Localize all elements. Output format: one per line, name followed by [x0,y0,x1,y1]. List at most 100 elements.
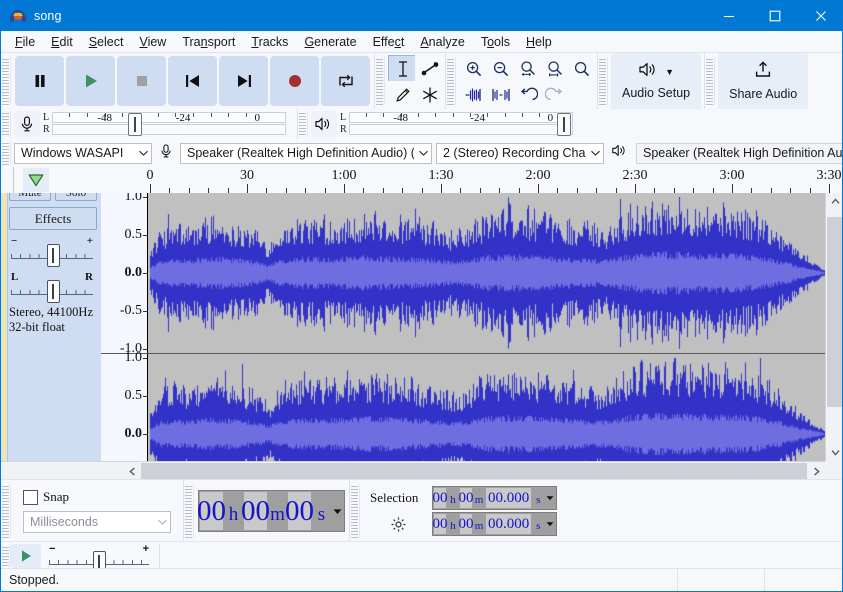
record-button[interactable] [270,56,319,106]
waveform-channel-1[interactable] [148,193,825,353]
play-at-speed-grip[interactable] [1,545,11,567]
scroll-up-button[interactable] [826,193,842,210]
effects-button[interactable]: Effects [9,207,97,230]
menu-select[interactable]: Select [81,33,132,51]
selection-start-minutes[interactable]: 00 [459,488,474,508]
skip-to-end-button[interactable] [219,56,268,106]
menu-generate[interactable]: Generate [296,33,364,51]
loop-button[interactable] [321,56,370,106]
audio-position-hours[interactable]: 00 [197,492,226,530]
trim-audio-button[interactable] [459,81,488,109]
gain-slider-thumb[interactable] [47,244,60,267]
menu-effect[interactable]: Effect [365,33,413,51]
time-toolbar-grip[interactable] [184,484,194,538]
stop-button[interactable] [117,56,166,106]
selection-end-minutes[interactable]: 00 [459,514,474,534]
waveform-channel-2[interactable] [148,354,825,461]
speaker-icon[interactable] [311,111,337,137]
menu-view[interactable]: View [131,33,174,51]
pinned-play-head-icon[interactable] [23,168,49,192]
undo-button[interactable] [513,81,542,109]
minimize-button[interactable] [706,1,752,31]
recording-channels-select[interactable]: 2 (Stereo) Recording Chann [436,142,604,164]
scroll-right-button[interactable] [807,463,825,480]
selection-settings-button[interactable] [370,516,426,533]
playback-meter-bars[interactable]: -48 -24 0 [348,111,573,137]
selection-end-seconds[interactable]: 00.000 [486,514,532,534]
draw-tool[interactable] [388,81,417,109]
selection-start-hours[interactable]: 00 [433,488,448,508]
vertical-scrollbar[interactable] [825,193,842,461]
vertical-scrollbar-thumb[interactable] [827,217,842,407]
play-speed-slider[interactable]: − + [47,543,151,570]
scroll-down-button[interactable] [826,444,842,461]
menu-edit[interactable]: Edit [43,33,81,51]
snapping-toolbar-grip[interactable] [1,484,11,538]
audio-position-format-dropdown[interactable] [332,492,343,530]
audio-position-field[interactable]: 00 h 00 m 00 s [197,490,345,532]
scroll-left-button[interactable] [123,463,141,480]
audio-position-seconds[interactable]: 00 [285,492,314,530]
horizontal-scrollbar[interactable] [1,461,825,480]
skip-to-start-button[interactable] [168,56,217,106]
fit-selection-button[interactable] [513,55,542,83]
audio-host-select[interactable]: Windows WASAPI [14,142,152,164]
zoom-toggle-button[interactable] [567,55,596,83]
device-toolbar-grip[interactable] [1,140,11,166]
play-button[interactable] [66,56,115,106]
selection-start-dropdown[interactable] [545,488,555,508]
recording-meter-grip[interactable] [1,111,11,137]
mute-button[interactable]: Mute [9,193,51,201]
recording-device-select[interactable]: Speaker (Realtek High Definition Audio) … [180,142,432,164]
playback-meter-grip[interactable] [298,111,308,137]
selection-start-seconds[interactable]: 00.000 [486,488,532,508]
menu-transport[interactable]: Transport [174,33,243,51]
audio-setup-button[interactable]: ▼ Audio Setup [611,52,702,110]
ruler-label: 30 [240,168,254,183]
menu-file[interactable]: File [7,33,43,51]
solo-button[interactable]: Solo [55,193,97,201]
share-audio-toolbar-grip[interactable] [705,56,716,106]
transport-toolbar-grip[interactable] [1,56,11,106]
playback-meter[interactable]: L R -48 -24 0 [311,111,573,137]
selection-end-field[interactable]: 00 h 00 m 00.000 s [432,512,558,536]
menu-help[interactable]: Help [518,33,560,51]
close-button[interactable] [798,1,842,31]
snap-checkbox[interactable] [23,489,38,505]
pause-button[interactable] [15,56,64,106]
multi-tool[interactable] [415,81,444,109]
microphone-icon[interactable] [14,111,40,137]
silence-audio-button[interactable] [486,81,515,109]
zoom-in-button[interactable] [459,55,488,83]
audio-position-minutes[interactable]: 00 [241,492,270,530]
gain-slider[interactable]: − + [9,235,95,267]
pan-slider[interactable]: L R [9,271,95,303]
snap-unit-select[interactable]: Milliseconds [23,511,171,533]
recording-meter[interactable]: L R -48 -24 0 [14,111,286,137]
track-control-panel[interactable]: Mute Solo Effects − + L R Stereo, 44100H… [1,193,102,461]
recording-meter-slider[interactable] [127,113,142,136]
recording-meter-bars[interactable]: -48 -24 0 [51,111,286,137]
pan-slider-thumb[interactable] [47,280,60,303]
menu-analyze[interactable]: Analyze [412,33,472,51]
edit-toolbar-grip[interactable] [446,56,456,106]
horizontal-scrollbar-thumb[interactable] [141,463,807,479]
audio-setup-toolbar-grip[interactable] [598,56,608,106]
tools-toolbar-grip[interactable] [375,56,385,106]
playback-device-select[interactable]: Speaker (Realtek High Definition Audio) [636,142,842,164]
fit-project-button[interactable] [540,55,569,83]
share-audio-button[interactable]: Share Audio [718,52,809,110]
playback-meter-slider[interactable] [557,113,571,136]
selection-tool[interactable] [388,55,417,83]
menu-tracks[interactable]: Tracks [243,33,296,51]
selection-start-field[interactable]: 00 h 00 m 00.000 s [432,486,558,510]
envelope-tool[interactable] [415,55,444,83]
selection-end-hours[interactable]: 00 [433,514,448,534]
play-at-speed-button[interactable] [11,544,41,568]
selection-toolbar-grip[interactable] [350,484,360,538]
maximize-button[interactable] [752,1,798,31]
timeline-ruler[interactable]: 0 30 1:00 1:30 2:00 2:30 3:00 3:30 [1,167,842,194]
zoom-out-button[interactable] [486,55,515,83]
menu-tools[interactable]: Tools [473,33,518,51]
selection-end-dropdown[interactable] [545,514,555,534]
